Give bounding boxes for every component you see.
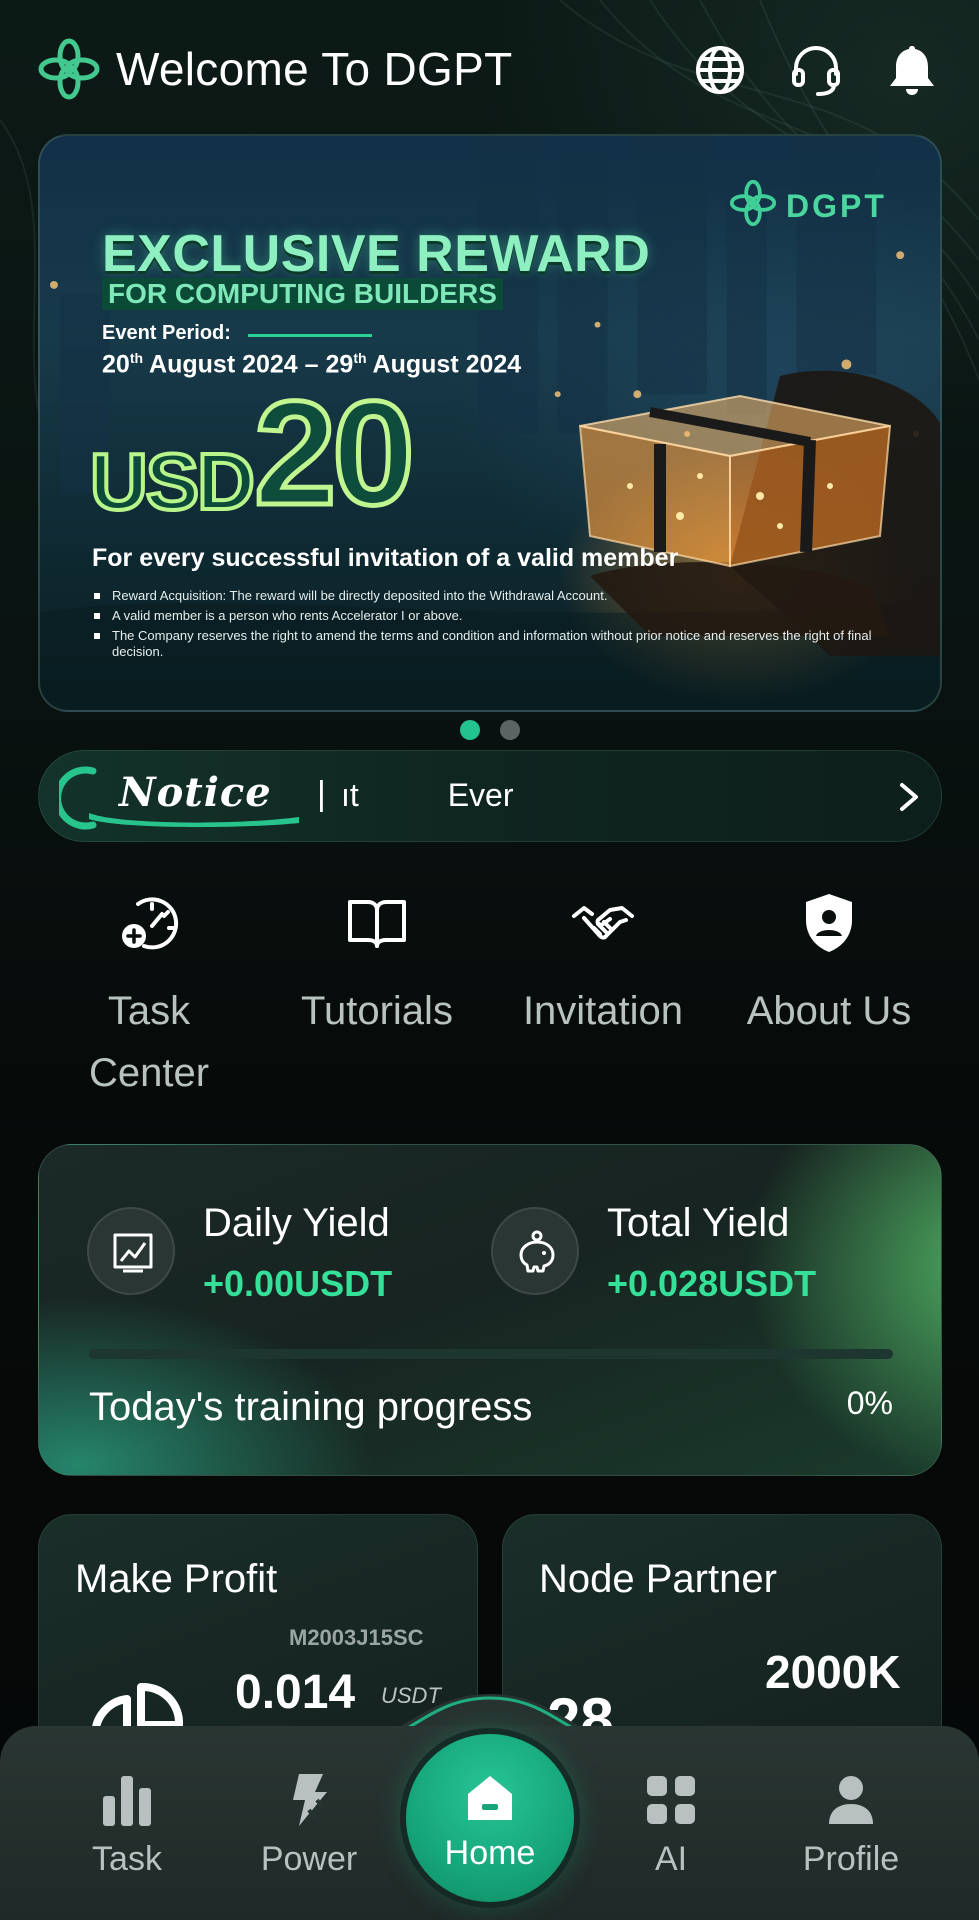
profit-value: 0.014 — [235, 1666, 356, 1719]
tab-ai[interactable]: AI — [596, 1770, 746, 1879]
tab-label: Power — [260, 1840, 358, 1878]
tab-task[interactable]: Task — [52, 1770, 202, 1879]
app-screen: Welcome To DGPT DGPT EXCLUSIVE REWARD FO… — [0, 0, 979, 1920]
daily-yield-title: Daily Yield — [203, 1201, 390, 1245]
tab-label: Task — [92, 1840, 162, 1878]
tab-power[interactable]: Power — [234, 1770, 384, 1879]
event-period-underline — [248, 334, 372, 337]
piggy-bank-icon — [519, 1230, 555, 1273]
grid-icon — [647, 1776, 695, 1824]
notice-bar[interactable]: Notice | ıt Ever — [38, 750, 942, 842]
menu-label: About Us — [746, 989, 912, 1033]
total-yield-value: +0.028USDT — [607, 1263, 817, 1304]
training-progress-label: Today's training progress — [89, 1385, 533, 1429]
total-yield-icon-wrapper — [491, 1207, 579, 1295]
tab-label: AI — [654, 1840, 688, 1878]
make-profit-title: Make Profit — [75, 1557, 278, 1601]
app-title: Welcome To DGPT — [116, 43, 513, 95]
carousel-dot[interactable] — [500, 720, 520, 740]
speedometer-plus-icon — [122, 897, 179, 950]
banner-brand-text: DGPT — [786, 188, 887, 224]
daily-yield-value: +0.00USDT — [203, 1263, 393, 1304]
tab-label: Profile — [802, 1840, 900, 1878]
terms-item: The Company reserves the right to amend … — [92, 628, 912, 660]
user-icon — [829, 1776, 873, 1824]
reward-currency: USD — [88, 435, 257, 528]
bar-chart-icon — [103, 1776, 151, 1826]
terms-item: Reward Acquisition: The reward will be d… — [92, 588, 912, 604]
banner-brand-logo: DGPT — [728, 178, 918, 230]
app-header: Welcome To DGPT — [36, 36, 946, 100]
tab-profile[interactable]: Profile — [776, 1770, 926, 1879]
menu-label: Task Center — [88, 989, 210, 1095]
menu-invitation[interactable]: Invitation — [508, 890, 698, 1042]
menu-tutorials[interactable]: Tutorials — [282, 890, 472, 1042]
banner-subheadline: FOR COMPUTING BUILDERS — [102, 278, 503, 310]
reward-amount: 20 — [252, 371, 418, 536]
terms-list: Reward Acquisition: The reward will be d… — [92, 588, 912, 664]
training-progress-percent: 0% — [846, 1385, 893, 1421]
globe-icon[interactable] — [692, 42, 748, 98]
chart-board-icon — [113, 1233, 153, 1273]
total-yield-title: Total Yield — [607, 1201, 790, 1245]
home-icon — [468, 1776, 512, 1820]
dgpt-logo-icon — [38, 38, 100, 100]
menu-label: Tutorials — [301, 989, 453, 1033]
menu-label: Invitation — [522, 989, 684, 1033]
daily-yield-icon-wrapper — [87, 1207, 175, 1295]
training-progress-bar — [89, 1349, 893, 1359]
headset-icon[interactable] — [788, 42, 844, 98]
lightning-icon — [293, 1774, 327, 1826]
node-partner-title: Node Partner — [539, 1557, 777, 1601]
notice-marquee-text: ıt Ever — [341, 777, 514, 813]
bell-icon[interactable] — [884, 42, 940, 98]
promo-banner[interactable]: DGPT EXCLUSIVE REWARD FOR COMPUTING BUIL… — [38, 134, 942, 712]
device-model: M2003J15SC — [289, 1625, 424, 1650]
carousel-dot-active[interactable] — [460, 720, 480, 740]
menu-task-center[interactable]: Task Center — [54, 890, 244, 1104]
menu-about-us[interactable]: About Us — [734, 890, 924, 1042]
node-partner-value: 2000K — [765, 1646, 901, 1698]
handshake-icon — [572, 906, 634, 940]
chevron-right-icon[interactable] — [889, 777, 929, 817]
book-icon — [348, 900, 406, 948]
notice-separator: | — [317, 775, 326, 813]
yield-card: Daily Yield +0.00USDT Total Yield +0.028… — [38, 1144, 942, 1476]
dgpt-banner-logo-icon — [729, 179, 777, 227]
event-period-label: Event Period: — [102, 322, 231, 344]
shield-user-icon — [806, 894, 852, 952]
invite-text: For every successful invitation of a val… — [92, 544, 679, 572]
terms-item: A valid member is a person who rents Acc… — [92, 608, 912, 624]
notice-label: Notice — [119, 769, 272, 816]
tab-home[interactable]: Home — [406, 1734, 574, 1902]
banner-headline: EXCLUSIVE REWARD — [102, 225, 651, 283]
tab-label: Home — [444, 1834, 536, 1872]
